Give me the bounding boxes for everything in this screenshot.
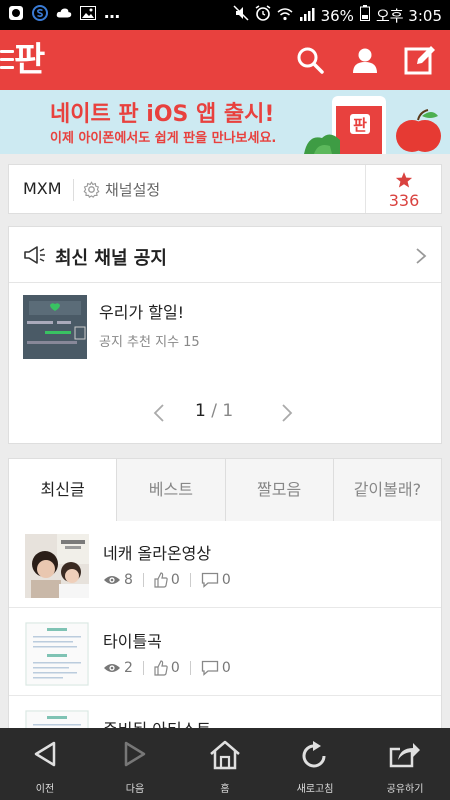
feed-tabs: 최신글 베스트 짤모음 같이볼래? (9, 459, 441, 521)
page-indicator: 1 / 1 (195, 401, 233, 421)
tab-best[interactable]: 베스트 (116, 459, 225, 521)
share-button[interactable]: 공유하기 (360, 728, 450, 800)
tab-pics[interactable]: 짤모음 (224, 459, 333, 521)
mute-icon (233, 5, 249, 26)
image-icon (80, 5, 96, 21)
notice-item[interactable]: 우리가 할일! 공지 추천 지수 15 (23, 295, 423, 359)
notice-thumbnail (23, 295, 87, 359)
banner-art-label: 판 (353, 116, 367, 134)
channel-card: MXM 채널설정 336 (8, 164, 442, 214)
comment-count: 0 (221, 572, 231, 588)
gear-icon (83, 181, 100, 198)
chevron-right-icon (416, 248, 427, 264)
banner-title: 네이트 판 iOS 앱 출시! (50, 102, 275, 127)
refresh-icon (302, 741, 326, 768)
tab-latest[interactable]: 최신글 (9, 459, 117, 521)
notice-pager: 1 / 1 (9, 399, 441, 429)
bottom-nav: 이전 다음 홈 새로고침 공유하기 (0, 728, 450, 800)
eye-icon (104, 576, 120, 584)
like-count: 0 (170, 660, 180, 676)
divider (73, 179, 74, 201)
thumbs-up-icon (154, 572, 168, 588)
channel-star-button[interactable]: 336 (365, 165, 441, 213)
cloud-icon (56, 5, 72, 21)
post-thumbnail (25, 534, 89, 598)
back-icon (34, 741, 56, 767)
back-label: 이전 (35, 784, 55, 795)
channel-name: MXM (23, 179, 62, 198)
post-title: 타이틀곡 (103, 632, 162, 651)
post-stats: 2 0 0 (103, 660, 231, 676)
ios-app-banner[interactable]: 네이트 판 iOS 앱 출시! 이제 아이폰에서도 쉽게 판을 만나보세요. 판 (0, 90, 450, 154)
banner-subtitle: 이제 아이폰에서도 쉽게 판을 만나보세요. (50, 131, 277, 146)
divider (189, 573, 191, 587)
pann-logo[interactable]: 판 (14, 38, 45, 82)
profile-button[interactable] (349, 44, 381, 76)
wifi-icon (277, 6, 293, 26)
more-notifications-icon: … (104, 3, 120, 22)
post-feed: 최신글 베스트 짤모음 같이볼래? 네캐 올라온영상 8 0 0 타이틀곡 2 … (8, 458, 442, 784)
app-notification-icon (8, 5, 24, 21)
like-count: 0 (170, 572, 180, 588)
refresh-button[interactable]: 새로고침 (270, 728, 360, 800)
back-button[interactable]: 이전 (0, 728, 90, 800)
battery-icon (359, 5, 370, 26)
megaphone-icon (24, 246, 45, 264)
comment-icon (201, 572, 218, 588)
search-icon (297, 47, 324, 74)
post-row[interactable]: 타이틀곡 2 0 0 (9, 608, 441, 696)
app-header: 판 (0, 30, 450, 90)
forward-button[interactable]: 다음 (90, 728, 180, 800)
notice-item-title: 우리가 할일! (99, 303, 185, 322)
divider (189, 661, 191, 675)
view-count: 8 (124, 572, 133, 588)
post-thumbnail (25, 622, 89, 686)
page-total: 1 (222, 401, 234, 421)
star-count: 336 (388, 191, 420, 210)
signal-icon (299, 6, 315, 26)
page-separator: / (211, 401, 217, 421)
chevron-right-icon[interactable] (281, 403, 293, 423)
refresh-label: 새로고침 (296, 784, 334, 795)
divider (142, 661, 144, 675)
iphone-illustration: 판 (304, 96, 441, 154)
notice-card: 최신 채널 공지 우리가 할일! 공지 추천 지수 15 1 / 1 (8, 226, 442, 444)
channel-settings-button[interactable]: 채널설정 (83, 179, 160, 200)
forward-icon (124, 741, 146, 767)
share-label: 공유하기 (386, 784, 424, 795)
battery-level: 36% (320, 6, 354, 25)
comment-count: 0 (221, 660, 231, 676)
comment-icon (201, 660, 218, 676)
search-button[interactable] (294, 44, 326, 76)
post-row[interactable]: 네캐 올라온영상 8 0 0 (9, 520, 441, 608)
star-icon (395, 172, 413, 188)
chevron-left-icon[interactable] (153, 403, 165, 423)
notice-title: 최신 채널 공지 (55, 248, 167, 269)
home-button[interactable]: 홈 (180, 728, 270, 800)
clock: 오후 3:05 (375, 6, 442, 25)
edit-icon (404, 46, 435, 75)
eye-icon (104, 664, 120, 672)
channel-settings-label: 채널설정 (105, 181, 161, 199)
tab-watch-together[interactable]: 같이볼래? (332, 459, 441, 521)
page-current: 1 (195, 401, 206, 421)
s-app-icon (32, 5, 48, 21)
menu-icon[interactable] (0, 50, 14, 70)
write-button[interactable] (404, 44, 436, 76)
post-stats: 8 0 0 (103, 572, 231, 588)
alarm-icon (255, 5, 271, 26)
view-count: 2 (124, 660, 133, 676)
share-icon (389, 743, 420, 768)
thumbs-up-icon (154, 660, 168, 676)
home-label: 홈 (220, 784, 230, 795)
post-title: 네캐 올라온영상 (103, 544, 212, 563)
home-icon (210, 740, 240, 770)
forward-label: 다음 (125, 784, 145, 795)
notice-item-meta: 공지 추천 지수 15 (99, 335, 200, 350)
status-bar: … 36% 오후 3:05 (0, 0, 450, 30)
user-icon (353, 48, 377, 73)
notice-header[interactable]: 최신 채널 공지 (9, 227, 441, 283)
divider (142, 573, 144, 587)
